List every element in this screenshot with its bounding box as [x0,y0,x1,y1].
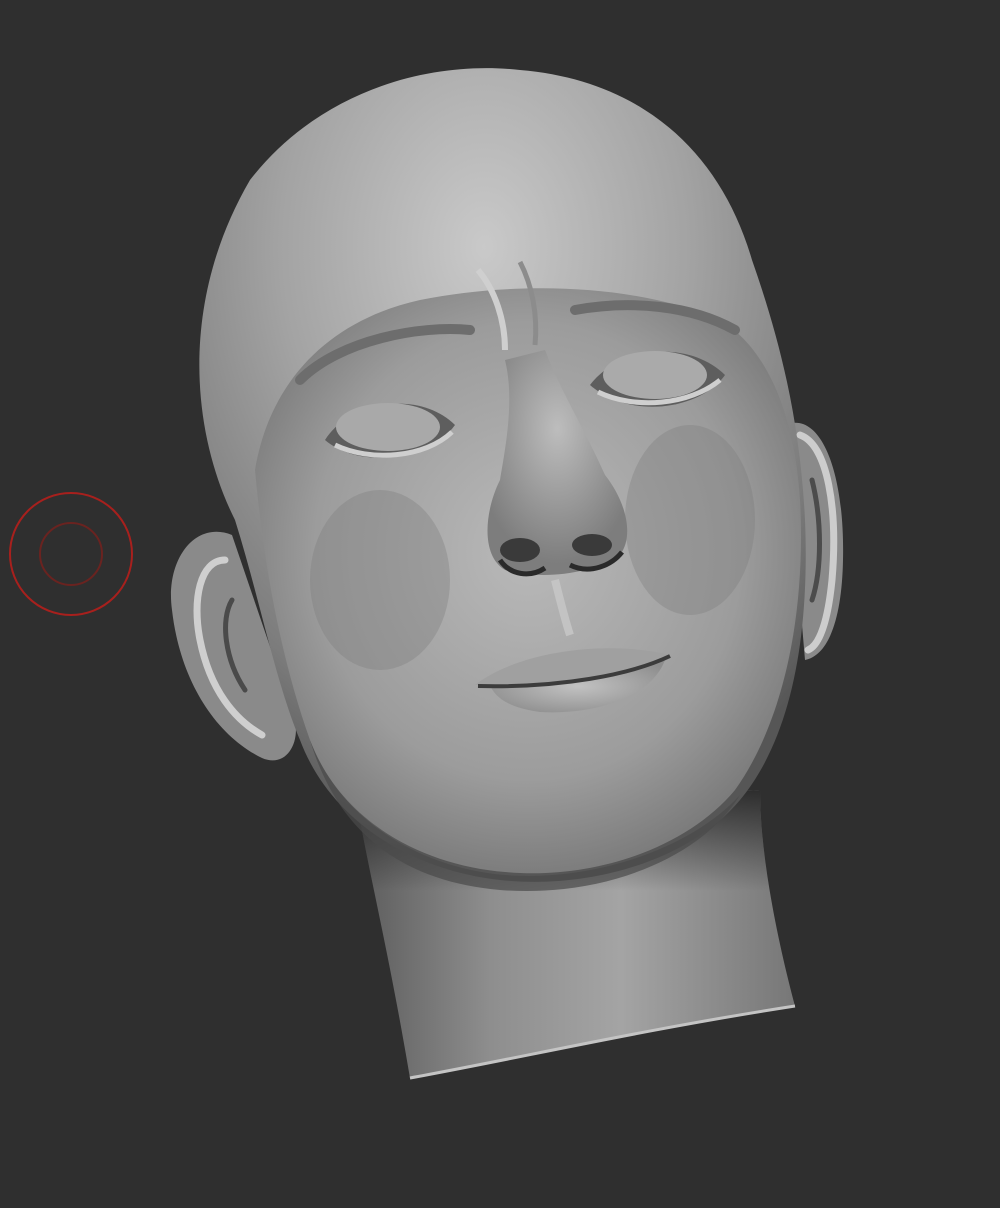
brush-inner-ring [39,522,103,586]
brush-cursor[interactable] [8,491,134,617]
head-model [170,68,844,1080]
sculpt-viewport[interactable] [0,0,1000,1208]
brush-outer-ring [9,492,133,616]
